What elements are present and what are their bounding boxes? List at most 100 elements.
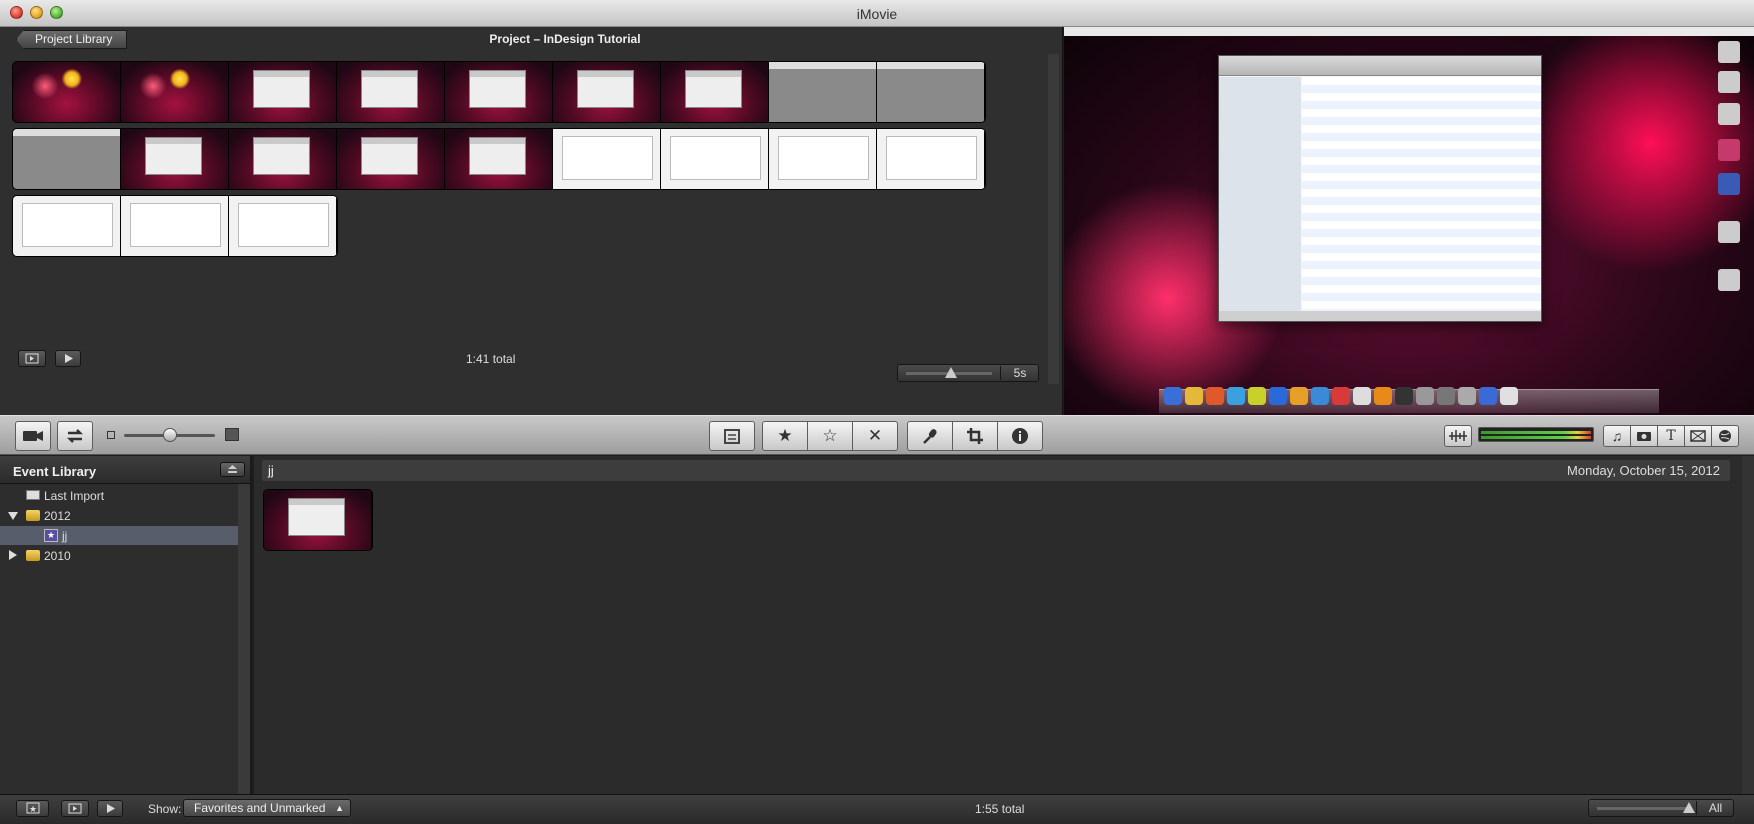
clip-frame [553, 62, 661, 122]
clip-frame [13, 62, 121, 122]
event-library-item-last-import[interactable]: Last Import [0, 486, 238, 505]
dock-app-icon [1458, 387, 1476, 405]
event-clip-thumbnail[interactable] [264, 490, 372, 550]
viewer-screen-recording [1064, 27, 1754, 415]
play-event-button[interactable] [97, 800, 123, 817]
audio-adjustments-button[interactable] [1444, 425, 1472, 447]
viewer [1064, 27, 1754, 415]
recorded-menubar [1064, 27, 1754, 36]
dock-app-icon [1374, 387, 1392, 405]
disclosure-expanded-icon[interactable] [8, 512, 18, 520]
swap-icon [66, 429, 84, 443]
event-library-label: jj [62, 529, 68, 543]
voiceover-mic-icon [923, 429, 937, 444]
finder-status [1219, 311, 1541, 321]
clip-frame [13, 196, 121, 256]
dock-app-icon [1416, 387, 1434, 405]
add-to-project-button[interactable] [709, 421, 755, 451]
show-filter-select[interactable]: Favorites and Unmarked ▲ [183, 799, 351, 817]
eject-icon [228, 465, 237, 473]
folder-icon [26, 550, 40, 561]
unmark-star-icon: ☆ [822, 426, 838, 445]
music-browser-button[interactable]: ♫ [1603, 425, 1631, 447]
dock-app-icon [1311, 387, 1329, 405]
new-event-button[interactable]: ★ [16, 800, 49, 817]
disclosure-collapsed-icon[interactable] [9, 550, 17, 560]
clip-frame [121, 62, 229, 122]
show-label: Show: [148, 802, 182, 816]
thumbnail-duration-value[interactable]: 5s [1000, 366, 1039, 380]
photo-browser-button[interactable] [1630, 425, 1658, 447]
dock-app-icon [1332, 387, 1350, 405]
project-clip-strip[interactable] [13, 196, 337, 256]
clip-frame [553, 129, 661, 189]
event-star-icon: ★ [44, 529, 58, 542]
play-event-fullscreen-button[interactable] [61, 800, 89, 817]
dock-app-icon [1248, 387, 1266, 405]
dock-app-icon [1269, 387, 1287, 405]
project-scrollbar[interactable] [1048, 54, 1059, 384]
play-fullscreen-icon [25, 353, 39, 364]
desktop-file-icon [1718, 221, 1740, 243]
zoom-knob[interactable] [945, 367, 957, 378]
play-project-button[interactable] [55, 350, 81, 367]
thumbnail-size-knob[interactable] [163, 428, 177, 442]
event-library-label: 2010 [44, 549, 71, 563]
desktop-file-icon [1718, 103, 1740, 125]
clip-frame [13, 129, 121, 189]
play-full-screen-button[interactable] [18, 350, 46, 367]
clip-frame [229, 62, 337, 122]
folder-icon [26, 510, 40, 521]
event-header: jj Monday, October 15, 2012 [262, 460, 1730, 481]
favorite-star-icon: ★ [777, 426, 793, 445]
project-clip-strip[interactable] [13, 62, 985, 122]
project-library-button[interactable]: Project Library [16, 30, 128, 49]
clip-frame [229, 129, 337, 189]
finder-file-list [1302, 77, 1541, 311]
play-icon [65, 354, 73, 363]
updown-arrows-icon: ▲ [335, 803, 344, 813]
dock-app-icon [1206, 387, 1224, 405]
voiceover-button[interactable] [907, 421, 953, 451]
clip-frame [769, 62, 877, 122]
clip-frame [337, 62, 445, 122]
dock-app-icon [1437, 387, 1455, 405]
inspector-button[interactable] [997, 421, 1043, 451]
mark-favorite-button[interactable]: ★ [762, 421, 808, 451]
unmark-button[interactable]: ☆ [807, 421, 853, 451]
desktop-file-icon [1718, 269, 1740, 291]
project-header: Project Library Project – InDesign Tutor… [0, 27, 1063, 53]
show-filter-value: Favorites and Unmarked [194, 801, 326, 815]
star-event-icon: ★ [26, 802, 40, 815]
crop-button[interactable] [952, 421, 998, 451]
event-library-label: 2012 [44, 509, 71, 523]
swap-libraries-button[interactable] [57, 421, 93, 451]
eject-button[interactable] [220, 462, 245, 477]
zoom-all-value[interactable]: All [1696, 801, 1734, 815]
event-library-item-jj[interactable]: ★ jj [0, 526, 238, 545]
audio-adjust-icon [1449, 430, 1467, 442]
clip-frame [661, 129, 769, 189]
transitions-browser-button[interactable] [1684, 425, 1712, 447]
reject-button[interactable]: ✕ [852, 421, 898, 451]
import-camera-button[interactable] [15, 421, 51, 451]
titles-browser-button[interactable]: T [1657, 425, 1685, 447]
clip-frame [877, 62, 985, 122]
project-pane: Project Library Project – InDesign Tutor… [0, 27, 1063, 415]
clipboard-icon [724, 429, 740, 444]
dock-app-icon [1353, 387, 1371, 405]
event-library-item-2012[interactable]: 2012 [0, 506, 238, 525]
window-titlebar: iMovie [0, 0, 1754, 27]
zoom-knob[interactable] [1683, 802, 1695, 813]
maps-browser-button[interactable] [1711, 425, 1739, 447]
clip-frame [661, 62, 769, 122]
transition-icon [1690, 430, 1706, 442]
event-library-title: Event Library [13, 464, 97, 479]
event-browser-scrollbar[interactable] [1742, 456, 1754, 794]
clip-frame [445, 62, 553, 122]
project-total-duration: 1:41 total [466, 352, 516, 366]
event-library-item-2010[interactable]: 2010 [0, 546, 238, 565]
title-icon: T [1666, 428, 1676, 444]
event-library-scrollbar[interactable] [238, 484, 250, 794]
project-clip-strip[interactable] [13, 129, 985, 189]
